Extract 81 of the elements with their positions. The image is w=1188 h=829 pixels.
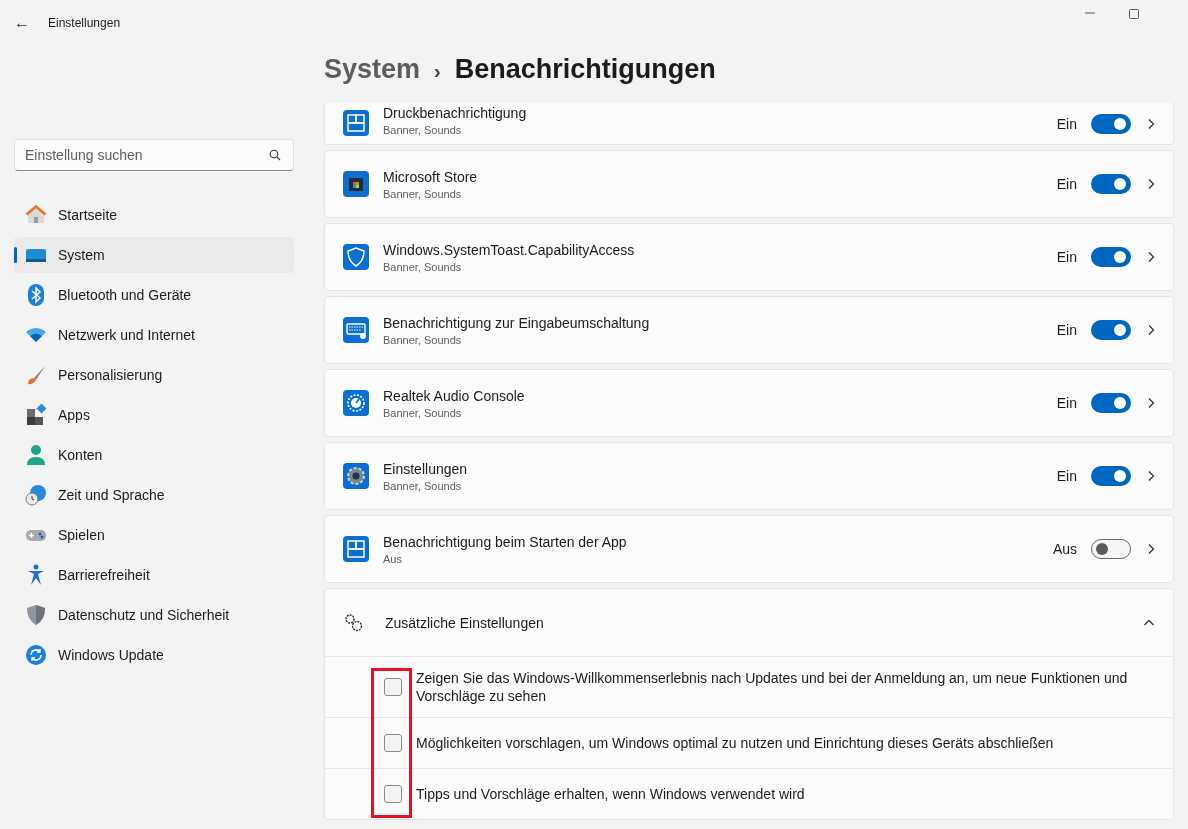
app-name: Benachrichtigung zur Eingabeumschaltung (383, 314, 651, 331)
notification-card[interactable]: Benachrichtigung beim Starten der App Aus Aus (324, 515, 1174, 583)
app-detail: Banner, Sounds (383, 406, 463, 419)
person-icon (26, 444, 46, 466)
toggle-switch[interactable] (1091, 174, 1131, 194)
notification-card[interactable]: Windows.SystemToast.CapabilityAccess Banner, Sounds Ein (324, 223, 1174, 291)
toggle-state: Ein (1056, 176, 1077, 192)
sidebar-item[interactable]: Apps (14, 397, 294, 433)
toggle-state: Ein (1056, 468, 1077, 484)
app-detail: Aus (383, 552, 403, 565)
toggle-switch[interactable] (1091, 247, 1131, 267)
keyboard-icon (341, 315, 371, 345)
sidebar-item[interactable]: Barrierefreiheit (14, 557, 294, 593)
shield-icon (26, 604, 46, 626)
app-name: Realtek Audio Console (383, 387, 526, 404)
search-field[interactable]: Einstellung suchen (14, 139, 294, 171)
breadcrumb-link[interactable]: System (324, 54, 421, 85)
toggle-switch[interactable] (1091, 393, 1131, 413)
toggle-state: Ein (1056, 249, 1077, 265)
app-name: Einstellungen (383, 460, 469, 477)
back-button[interactable]: ← (14, 13, 48, 32)
sidebar-item[interactable]: Personalisierung (14, 357, 294, 393)
monitor-icon (25, 246, 47, 264)
sidebar-item[interactable]: Bluetooth und Geräte (14, 277, 294, 313)
app-detail: Banner, Sounds (383, 123, 463, 136)
notification-card[interactable]: Druckbenachrichtigung Banner, Sounds Ein (324, 103, 1174, 145)
toggle-state: Ein (1056, 395, 1077, 411)
toggle-state: Ein (1056, 322, 1077, 338)
notification-card[interactable]: Einstellungen Banner, Sounds Ein (324, 442, 1174, 510)
sidebar-item[interactable]: Netzwerk und Internet (14, 317, 294, 353)
app-detail: Banner, Sounds (383, 479, 463, 492)
app-name: Druckbenachrichtigung (383, 104, 528, 121)
toggle-switch[interactable] (1091, 320, 1131, 340)
gears-icon (343, 611, 365, 634)
notification-card[interactable]: Microsoft Store Banner, Sounds Ein (324, 150, 1174, 218)
wifi-icon (25, 327, 47, 343)
toggle-state: Ein (1056, 115, 1077, 132)
section-title: Zusätzliche Einstellungen (385, 614, 545, 631)
globe-clock-icon (25, 484, 47, 506)
toggle-switch[interactable] (1091, 539, 1131, 559)
gauge-icon (341, 388, 371, 418)
update-icon (25, 644, 47, 666)
sidebar-item[interactable]: Konten (14, 437, 294, 473)
shield-icon (341, 242, 371, 272)
option-label: Möglichkeiten vorschlagen, um Windows optimal zu nutzen und Einrichtung dieses Geräts abschließen (416, 734, 1054, 752)
toggle-switch[interactable] (1091, 466, 1131, 486)
tiles-icon (341, 107, 371, 138)
gamepad-icon (25, 527, 47, 543)
maximize-icon[interactable] (1128, 8, 1140, 20)
app-name: Microsoft Store (383, 168, 479, 185)
sidebar-item[interactable]: Startseite (14, 197, 294, 233)
sidebar-item[interactable]: Datenschutz und Sicherheit (14, 597, 294, 633)
sidebar-item[interactable]: Windows Update (14, 637, 294, 673)
app-name: Benachrichtigung beim Starten der App (383, 533, 628, 550)
bluetooth-icon (28, 284, 44, 306)
app-detail: Banner, Sounds (383, 260, 463, 273)
accessibility-icon (26, 564, 46, 586)
window-title: Einstellungen (48, 15, 121, 30)
sidebar-item[interactable]: System (14, 237, 294, 273)
sidebar-item[interactable]: Spielen (14, 517, 294, 553)
house-icon (25, 204, 47, 226)
checkbox[interactable] (384, 678, 402, 696)
page-title: Benachrichtigungen (454, 54, 716, 85)
notification-card[interactable]: Benachrichtigung zur Eingabeumschaltung Banner, Sounds Ein (324, 296, 1174, 364)
app-detail: Banner, Sounds (383, 187, 463, 200)
toggle-switch[interactable] (1091, 113, 1131, 134)
app-detail: Banner, Sounds (383, 333, 463, 346)
option-label: Zeigen Sie das Windows-Willkommenserlebnis nach Updates und bei der Anmeldung an, um neue Funktionen und Vorschläge zu sehen (416, 669, 1129, 705)
option-label: Tipps und Vorschläge erhalten, wenn Windows verwendet wird (416, 785, 805, 803)
checkbox[interactable] (384, 785, 402, 803)
apps-icon (25, 404, 47, 426)
store-icon (341, 169, 371, 199)
breadcrumb-separator: › (434, 60, 441, 83)
gear-icon (341, 461, 371, 491)
search-icon (269, 149, 281, 161)
checkbox[interactable] (384, 734, 402, 752)
toggle-state: Aus (1052, 541, 1077, 557)
app-name: Windows.SystemToast.CapabilityAccess (383, 241, 636, 258)
sidebar-item[interactable]: Zeit und Sprache (14, 477, 294, 513)
tiles-icon (341, 534, 371, 564)
notification-card[interactable]: Realtek Audio Console Banner, Sounds Ein (324, 369, 1174, 437)
